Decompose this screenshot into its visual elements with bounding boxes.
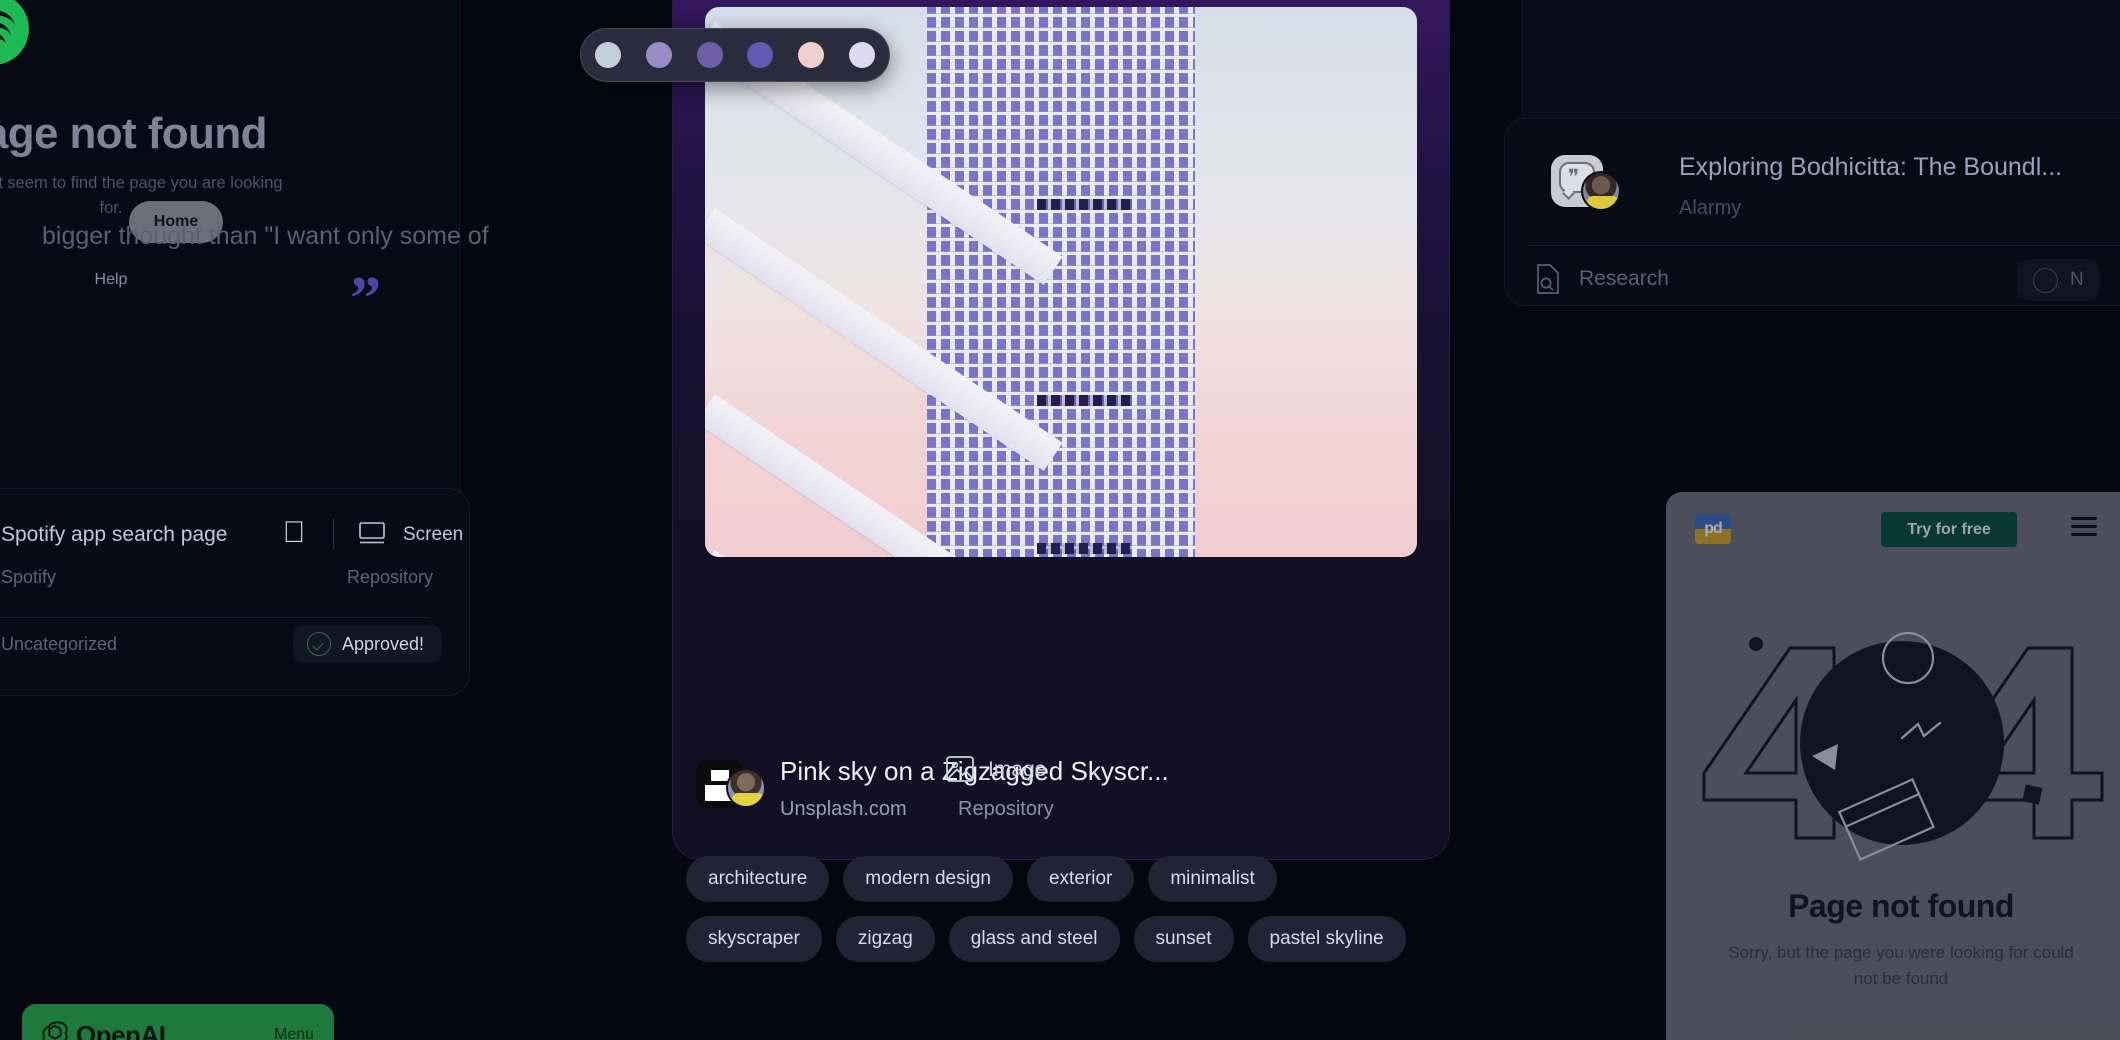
color-palette-toolbar[interactable] [580, 28, 890, 82]
screen: Page not found We can't seem to find the… [0, 0, 2120, 1040]
try-for-free-button[interactable]: Try for free [1881, 512, 2017, 547]
status-badge-label: Approved! [342, 633, 425, 654]
skyscraper-image[interactable] [705, 7, 1417, 557]
tag-row: architecture modern design exterior minimal… [686, 856, 1526, 902]
check-circle-icon [307, 632, 331, 656]
tag-chip[interactable]: modern design [843, 856, 1013, 902]
swatch-2[interactable] [645, 42, 672, 68]
document-search-icon [1537, 264, 1559, 294]
spotify-logo-icon [0, 0, 29, 65]
left-list-item-card[interactable]: Spotify app search page Spotify  Screen… [0, 488, 470, 696]
openai-brand-label: OpenAI [76, 1020, 166, 1040]
quote-text: bigger thought than "I want only some of [42, 222, 489, 250]
tag-chip[interactable]: exterior [1026, 856, 1135, 902]
list-item-category: Uncategorized [1, 634, 118, 654]
404-illustration-icon [1702, 631, 2104, 861]
openai-logo-icon [42, 1021, 68, 1040]
help-link[interactable]: Help [0, 271, 461, 289]
avatar [726, 768, 766, 808]
page-404-preview-card[interactable]: pd Try for free Page not found Sorry, bu… [1666, 492, 2120, 1040]
spotify-page-title: Page not found [0, 109, 267, 158]
list-item-title: Spotify app search page [1, 523, 228, 546]
list-item-source: Spotify [1, 567, 57, 587]
divider [0, 617, 429, 618]
page-404-subtitle: Sorry, but the page you were looking for… [1728, 943, 2074, 988]
avatar [1581, 171, 1621, 211]
divider [333, 519, 334, 549]
list-item-source: Alarmy [1679, 197, 1742, 219]
page-404-title: Page not found [1788, 888, 2014, 924]
image-detail-card [672, 0, 1450, 860]
zigzag-bands [705, 7, 1417, 557]
swatch-1[interactable] [595, 42, 621, 68]
quote-mark-icon: ” [350, 265, 381, 333]
tag-chip[interactable]: minimalist [1148, 856, 1277, 902]
swatch-6[interactable] [848, 42, 875, 68]
tag-chip[interactable]: pastel skyline [1247, 916, 1406, 962]
divider [1527, 245, 2120, 246]
tag-chip[interactable]: architecture [686, 856, 830, 902]
zigzag-band [705, 549, 1063, 557]
image-meta-row: Pink sky on a Zigzagged Skyscr... Unspla… [696, 748, 1456, 848]
image-kind: Image [988, 758, 1047, 781]
tag-chip[interactable]: zigzag [835, 916, 935, 962]
research-toggle[interactable]: N [2017, 259, 2100, 301]
image-source: Unsplash.com [780, 798, 907, 820]
tag-chip[interactable]: glass and steel [948, 916, 1120, 962]
list-item-kind: Screen [403, 524, 464, 545]
apple-icon:  [281, 518, 307, 549]
hamburger-icon[interactable] [2071, 517, 2097, 537]
right-list-item-card[interactable]: Exploring Bodhicitta: The Boundl... Alar… [1504, 118, 2120, 306]
circle-icon [2033, 267, 2058, 293]
swatch-3[interactable] [696, 42, 723, 68]
openai-menu-link[interactable]: Menu [274, 1026, 314, 1040]
openai-card[interactable]: OpenAI Menu [22, 1004, 334, 1040]
section-label: Research [1579, 267, 1669, 290]
pd-logo-icon: pd [1695, 514, 1731, 544]
status-badge[interactable]: Approved! [293, 625, 443, 663]
tag-chip[interactable]: skyscraper [686, 916, 822, 962]
list-item-kind-sub: Repository [347, 567, 434, 587]
list-item-title: Exploring Bodhicitta: The Boundl... [1679, 153, 2063, 181]
screen-icon [359, 522, 385, 544]
image-icon [946, 756, 974, 782]
tag-row: skyscraper zigzag glass and steel sunset pas… [686, 916, 1526, 962]
swatch-4[interactable] [747, 42, 774, 68]
image-kind-sub: Repository [958, 798, 1054, 820]
tag-chip[interactable]: sunset [1133, 916, 1234, 962]
swatch-5[interactable] [798, 42, 825, 68]
tag-list: architecture modern design exterior minimal… [686, 856, 1526, 976]
research-toggle-label: N [2070, 269, 2084, 290]
